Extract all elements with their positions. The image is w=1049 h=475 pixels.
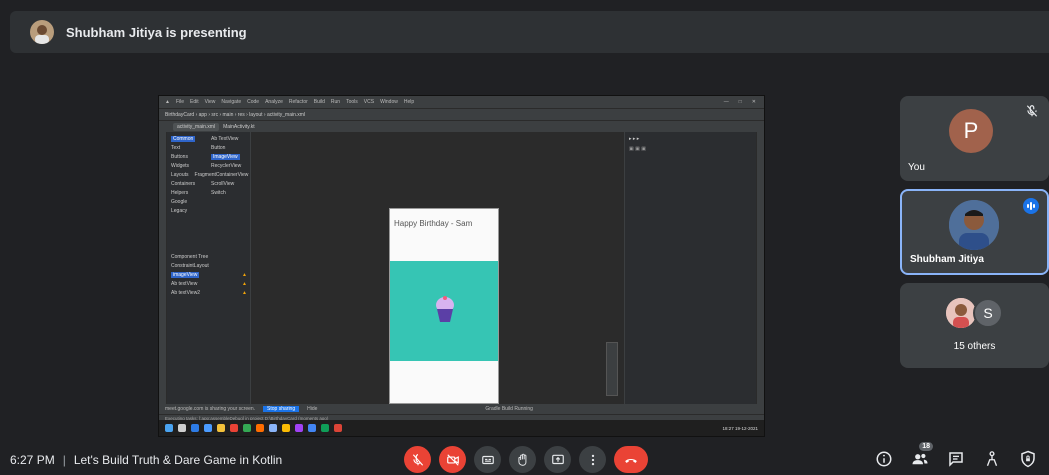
ide-tab-activity-main: activity_main.xml — [173, 122, 220, 131]
participant-tile-others[interactable]: S 15 others — [900, 283, 1049, 368]
cupcake-icon — [436, 296, 454, 322]
meeting-title: Let's Build Truth & Dare Game in Kotlin — [73, 453, 283, 467]
preview-text: Happy Birthday - Sam — [394, 219, 473, 228]
camera-toggle-button[interactable] — [439, 446, 466, 473]
shield-lock-icon — [1021, 450, 1035, 468]
avatar-you: P — [949, 109, 993, 153]
zoom-controls — [606, 342, 618, 396]
mic-toggle-button[interactable] — [404, 446, 431, 473]
mic-off-icon — [1026, 105, 1038, 117]
host-controls-button[interactable] — [1017, 448, 1039, 470]
meeting-details-button[interactable] — [873, 448, 895, 470]
windows-taskbar: 18:27 19-12-2021 — [159, 420, 764, 436]
raise-hand-button[interactable] — [509, 446, 536, 473]
speaking-indicator-icon — [1023, 198, 1039, 214]
people-icon — [912, 453, 928, 465]
meeting-info: 6:27 PM | Let's Build Truth & Dare Game … — [10, 453, 282, 467]
participant-label-speaker: Shubham Jitiya — [910, 254, 984, 265]
more-vert-icon — [591, 454, 594, 465]
shared-screen: ▲ File Edit View Navigate Code Analyze Refactor… — [158, 95, 765, 437]
presenter-avatar — [30, 20, 54, 44]
component-tree: Component Tree ConstraintLayout imageVie… — [171, 254, 247, 296]
presenting-banner: Shubham Jitiya is presenting — [10, 11, 1049, 53]
device-preview: Happy Birthday - Sam — [389, 208, 499, 404]
bottom-bar: 6:27 PM | Let's Build Truth & Dare Game … — [0, 442, 1049, 475]
chat-icon — [949, 452, 963, 467]
meet-window: Shubham Jitiya is presenting ▲ File Edit Vi… — [0, 0, 1049, 475]
chat-button[interactable] — [945, 448, 967, 470]
ide-right-strip — [756, 132, 764, 404]
presenting-text: Shubham Jitiya is presenting — [66, 24, 247, 40]
people-button[interactable]: 18 — [909, 442, 933, 470]
activities-icon — [986, 451, 998, 466]
captions-icon — [481, 455, 494, 464]
ide-tab-mainactivity: MainActivity.kt — [223, 123, 255, 130]
meeting-info-separator: | — [62, 453, 66, 467]
activities-button[interactable] — [981, 448, 1003, 470]
ide-breadcrumb: BirthdayCard › app › src › main › res › … — [159, 108, 764, 120]
present-now-button[interactable] — [544, 446, 571, 473]
breadcrumb-text: BirthdayCard › app › src › main › res › … — [165, 111, 306, 118]
more-options-button[interactable] — [579, 446, 606, 473]
present-icon — [551, 454, 564, 464]
avatar-other-2: S — [973, 298, 1003, 328]
info-icon — [876, 451, 892, 467]
ide-tabs: activity_main.xml MainActivity.kt — [159, 120, 764, 132]
avatar-speaker — [949, 200, 999, 250]
participant-label-others: 15 others — [953, 341, 996, 352]
ide-left-strip — [159, 132, 167, 404]
mic-off-icon — [412, 453, 423, 466]
side-panel-controls: 18 — [873, 442, 1039, 470]
design-canvas: Happy Birthday - Sam — [251, 132, 624, 404]
ide-body: Common Ab TextView Text Button Buttons Imag… — [159, 132, 764, 404]
camera-off-icon — [446, 453, 459, 466]
call-end-icon — [625, 458, 637, 463]
people-count-badge: 18 — [919, 442, 933, 451]
participant-tile-speaker[interactable]: Shubham Jitiya — [900, 189, 1049, 275]
palette-panel: Common Ab TextView Text Button Buttons Imag… — [167, 132, 251, 404]
participant-tile-you[interactable]: P You — [900, 96, 1049, 181]
captions-button[interactable] — [474, 446, 501, 473]
avatar-other-1 — [946, 298, 976, 328]
presentation-stage: ▲ File Edit View Navigate Code Analyze Refactor… — [10, 64, 894, 440]
participant-label-you: You — [908, 162, 925, 173]
meeting-time: 6:27 PM — [10, 453, 55, 467]
hand-icon — [517, 453, 526, 466]
leave-call-button[interactable] — [614, 446, 648, 473]
preview-image — [390, 261, 498, 361]
ide-status-bar: meet.google.com is sharing your screen. … — [159, 404, 764, 414]
call-controls — [404, 446, 648, 473]
attributes-panel: ▸ ▸ ▸ ▣ ▣ ▣ — [624, 132, 756, 404]
ide-menubar: ▲ File Edit View Navigate Code Analyze Refactor… — [159, 96, 764, 108]
